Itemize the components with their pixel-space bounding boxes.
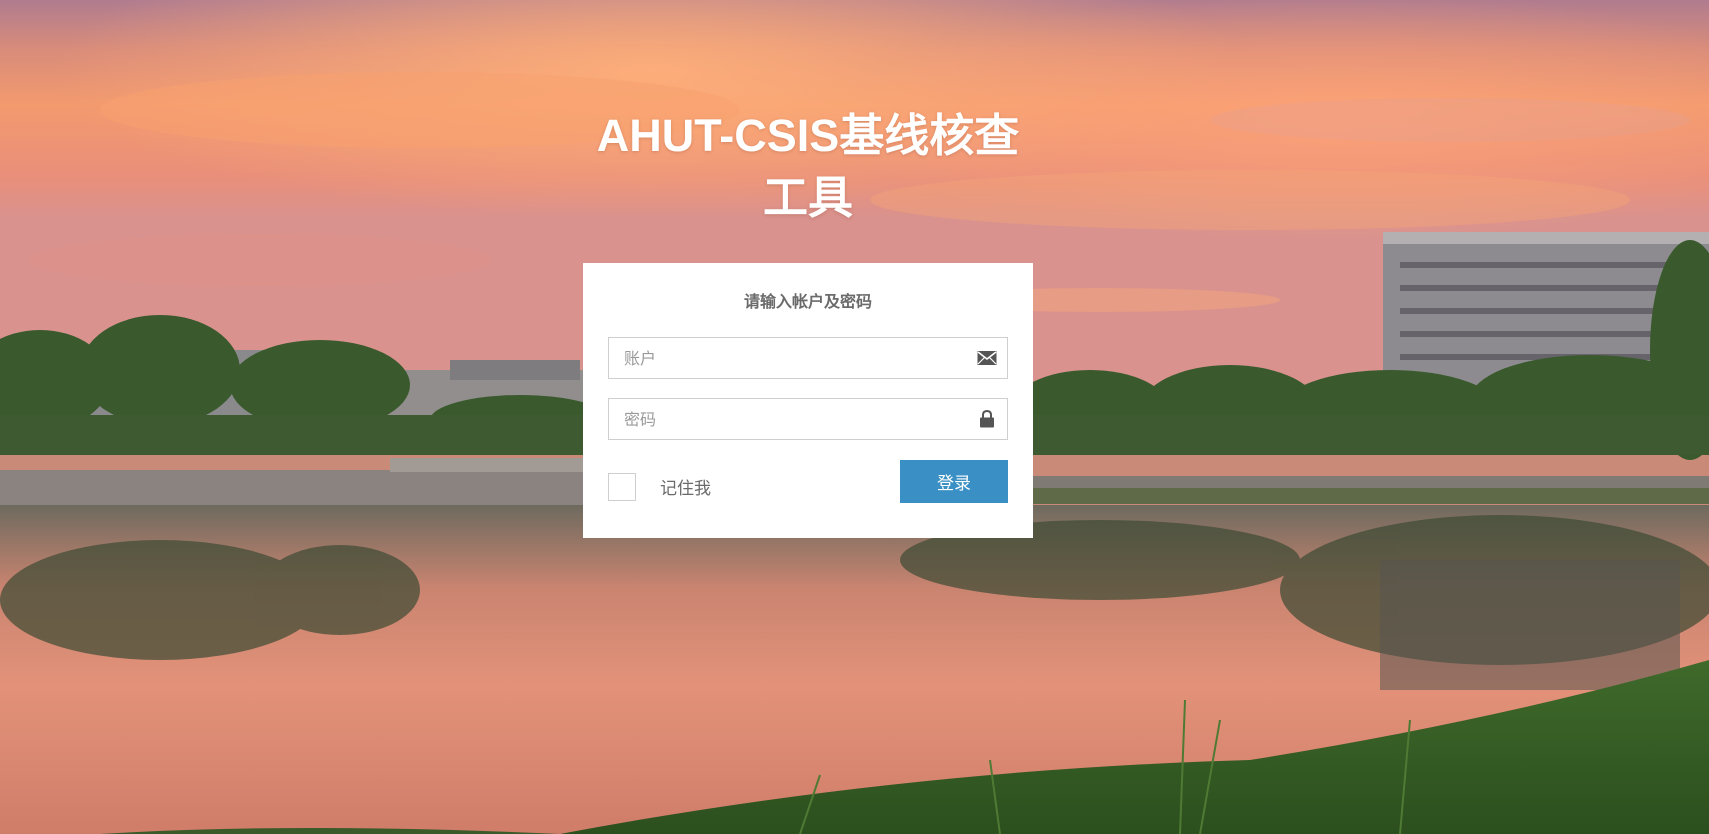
envelope-icon bbox=[977, 349, 997, 367]
remember-me-checkbox[interactable] bbox=[608, 473, 636, 501]
password-input[interactable] bbox=[609, 399, 969, 439]
password-field[interactable] bbox=[608, 398, 1008, 440]
login-heading: 请输入帐户及密码 bbox=[743, 292, 872, 311]
account-field[interactable] bbox=[608, 337, 1008, 379]
remember-me-label[interactable]: 记住我 bbox=[660, 474, 711, 499]
page-title: AHUT-CSIS基线核查工具 bbox=[596, 110, 1020, 223]
login-button[interactable]: 登录 bbox=[900, 460, 1008, 503]
account-input[interactable] bbox=[609, 338, 969, 378]
login-panel: 请输入帐户及密码 记住我 登录 bbox=[583, 263, 1033, 538]
lock-icon bbox=[977, 409, 997, 428]
